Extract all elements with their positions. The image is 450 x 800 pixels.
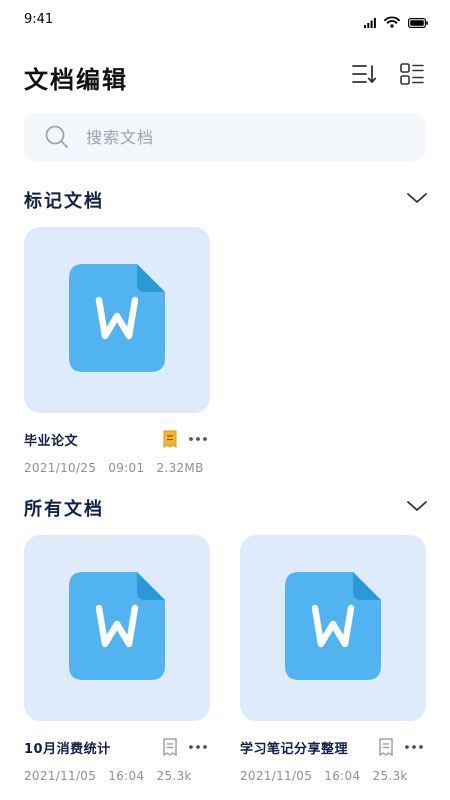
word-document-icon bbox=[69, 264, 165, 376]
file-thumbnail[interactable] bbox=[24, 535, 210, 721]
bookmark-outline-icon[interactable] bbox=[378, 738, 394, 757]
file-info-row: 学习笔记分享整理 bbox=[240, 735, 426, 759]
more-options-icon[interactable] bbox=[188, 739, 210, 755]
status-icons bbox=[364, 13, 428, 32]
battery-icon bbox=[408, 13, 428, 32]
bookmark-filled-icon[interactable] bbox=[162, 430, 178, 448]
status-time: 9:41 bbox=[24, 12, 54, 27]
status-bar: 9:41 bbox=[0, 0, 450, 40]
word-document-icon bbox=[285, 572, 381, 684]
file-card-all-1[interactable]: 10月消费统计 2021/11/05 16:04 25.3k bbox=[24, 535, 210, 783]
sort-descending-icon bbox=[351, 62, 377, 90]
chevron-down-icon bbox=[406, 498, 428, 517]
file-meta: 2021/11/05 16:04 25.3k bbox=[240, 769, 426, 783]
file-date: 2021/10/25 bbox=[24, 461, 97, 475]
section-title-all: 所有文档 bbox=[24, 499, 104, 520]
file-thumbnail[interactable] bbox=[240, 535, 426, 721]
wifi-icon bbox=[384, 13, 400, 32]
file-meta: 2021/11/05 16:04 25.3k bbox=[24, 769, 210, 783]
file-size: 25.3k bbox=[372, 769, 408, 783]
file-size: 2.32MB bbox=[156, 461, 204, 475]
view-mode-button[interactable] bbox=[398, 62, 426, 90]
file-time: 16:04 bbox=[108, 769, 145, 783]
signal-icon bbox=[364, 13, 376, 32]
section-toggle-all[interactable] bbox=[404, 497, 430, 517]
section-title-marked: 标记文档 bbox=[24, 191, 104, 212]
chevron-down-icon bbox=[406, 190, 428, 209]
file-name: 毕业论文 bbox=[24, 433, 79, 449]
section-toggle-marked[interactable] bbox=[404, 189, 430, 209]
file-name: 10月消费统计 bbox=[24, 741, 111, 757]
file-time: 16:04 bbox=[324, 769, 361, 783]
file-meta: 2021/10/25 09:01 2.32MB bbox=[24, 461, 210, 475]
file-size: 25.3k bbox=[156, 769, 192, 783]
file-card-marked-1[interactable]: 毕业论文 2021/10/25 09:01 2.32MB bbox=[24, 227, 210, 475]
file-info-row: 10月消费统计 bbox=[24, 735, 210, 759]
file-thumbnail[interactable] bbox=[24, 227, 210, 413]
more-options-icon[interactable] bbox=[188, 431, 210, 447]
grid-list-view-icon bbox=[399, 62, 425, 90]
bookmark-outline-icon[interactable] bbox=[162, 738, 178, 757]
file-info-row: 毕业论文 bbox=[24, 427, 210, 451]
file-time: 09:01 bbox=[108, 461, 145, 475]
sort-button[interactable] bbox=[350, 62, 378, 90]
word-document-icon bbox=[69, 572, 165, 684]
file-date: 2021/11/05 bbox=[240, 769, 313, 783]
search-bar[interactable] bbox=[24, 113, 426, 161]
search-input[interactable] bbox=[84, 126, 388, 148]
search-icon bbox=[44, 124, 70, 150]
file-name: 学习笔记分享整理 bbox=[240, 741, 349, 757]
more-options-icon[interactable] bbox=[404, 739, 426, 755]
document-editor-screen: 9:41 文档编辑 搜索文档 标记文档 毕业论文 2021/10/25 09:0… bbox=[0, 0, 450, 800]
file-card-all-2[interactable]: 学习笔记分享整理 2021/11/05 16:04 25.3k bbox=[240, 535, 426, 783]
file-date: 2021/11/05 bbox=[24, 769, 97, 783]
page-title: 文档编辑 bbox=[24, 66, 128, 94]
